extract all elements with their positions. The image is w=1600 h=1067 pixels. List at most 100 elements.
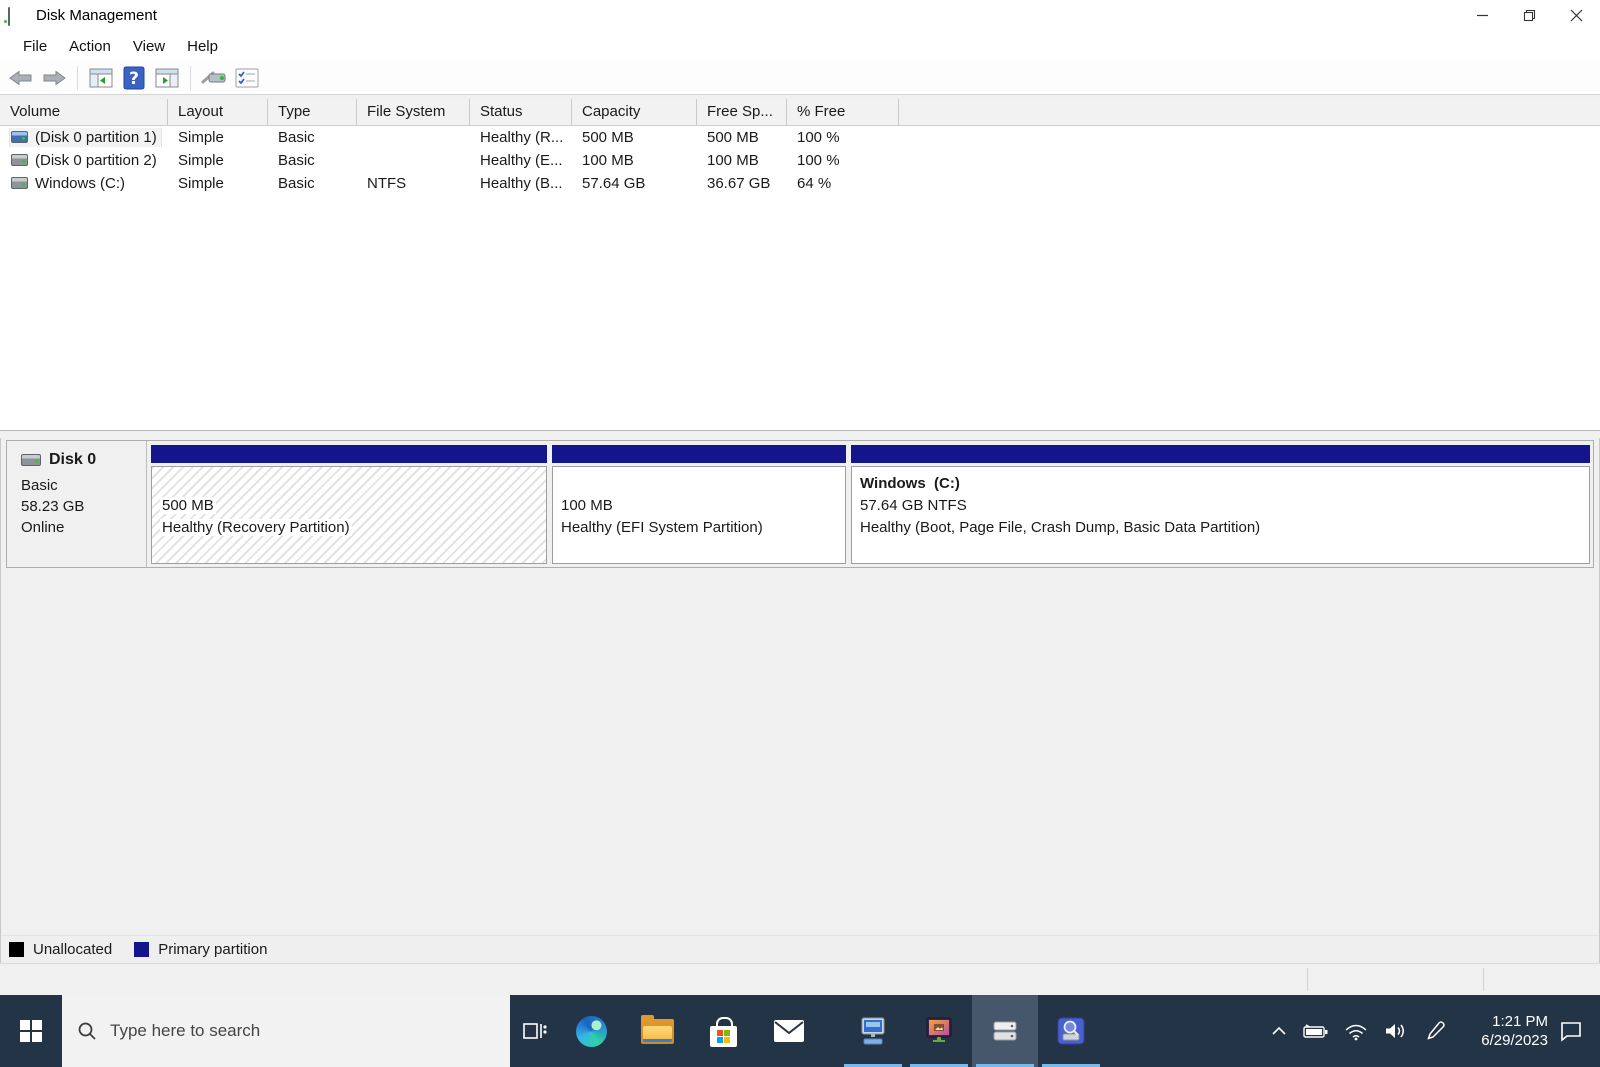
store-icon[interactable]	[690, 995, 756, 1067]
column-header-free-space[interactable]: Free Sp...	[697, 99, 787, 125]
taskbar: 1:21 PM 6/29/2023	[0, 995, 1600, 1067]
status-bar-divider	[1483, 968, 1484, 991]
volume-icon	[11, 154, 28, 166]
partition-recovery[interactable]: 500 MB Healthy (Recovery Partition)	[151, 445, 547, 564]
volume-capacity: 500 MB	[572, 129, 697, 146]
column-header-filler	[899, 99, 1600, 125]
volume-free-space: 36.67 GB	[697, 175, 787, 192]
volume-pct-free: 100 %	[787, 152, 899, 169]
taskbar-clock[interactable]: 1:21 PM 6/29/2023	[1456, 1012, 1548, 1050]
legend-bar: Unallocated Primary partition	[1, 935, 1599, 963]
clock-time: 1:21 PM	[1456, 1012, 1548, 1031]
column-header-layout[interactable]: Layout	[168, 99, 268, 125]
volume-capacity: 57.64 GB	[572, 175, 697, 192]
chevron-up-icon[interactable]	[1262, 995, 1296, 1067]
back-icon[interactable]	[8, 65, 34, 91]
volume-list-header: Volume Layout Type File System Status Ca…	[0, 99, 1600, 126]
disk-name: Disk 0	[49, 451, 96, 469]
volume-row-disk0-partition1[interactable]: (Disk 0 partition 1) Simple Basic Health…	[0, 126, 1600, 149]
column-header-volume[interactable]: Volume	[0, 99, 168, 125]
column-header-file-system[interactable]: File System	[357, 99, 470, 125]
disk-type: Basic	[21, 475, 146, 496]
partition-color-bar	[151, 445, 547, 463]
partition-status: Healthy (EFI System Partition)	[561, 517, 845, 539]
toolbar-separator	[190, 66, 191, 90]
volume-free-space: 100 MB	[697, 152, 787, 169]
partitions-strip: 500 MB Healthy (Recovery Partition) 100 …	[147, 441, 1593, 567]
column-header-capacity[interactable]: Capacity	[572, 99, 697, 125]
partition-size: 57.64 GB NTFS	[860, 495, 1589, 517]
app-disk-utility-icon[interactable]	[1038, 995, 1104, 1067]
column-header-pct-free[interactable]: % Free	[787, 99, 899, 125]
pane-splitter[interactable]	[0, 430, 1600, 438]
partition-efi[interactable]: 100 MB Healthy (EFI System Partition)	[552, 445, 846, 564]
partition-windows-c[interactable]: Windows (C:) 57.64 GB NTFS Healthy (Boot…	[851, 445, 1590, 564]
volume-type: Basic	[268, 152, 357, 169]
windows-ink-pen-icon[interactable]	[1416, 995, 1456, 1067]
file-explorer-icon[interactable]	[624, 995, 690, 1067]
disk-management-window: Disk Management File Action View Help	[0, 0, 1600, 1067]
forward-icon[interactable]	[41, 65, 67, 91]
search-input[interactable]	[110, 1021, 450, 1041]
toolbar-separator	[77, 66, 78, 90]
partition-name: Windows (C:)	[860, 473, 1589, 495]
partition-status: Healthy (Boot, Page File, Crash Dump, Ba…	[860, 517, 1589, 539]
checklist-icon[interactable]	[234, 65, 260, 91]
status-bar-divider	[1307, 968, 1308, 991]
app-photo-viewer-icon[interactable]	[906, 995, 972, 1067]
minimize-button[interactable]	[1459, 0, 1506, 31]
menu-bar: File Action View Help	[0, 31, 1600, 61]
taskbar-spacer	[822, 995, 840, 1067]
volume-row-windows-c[interactable]: Windows (C:) Simple Basic NTFS Healthy (…	[0, 172, 1600, 195]
windows-logo-icon	[20, 1020, 42, 1042]
partition-size: 100 MB	[561, 495, 845, 517]
close-button[interactable]	[1553, 0, 1600, 31]
restore-button[interactable]	[1506, 0, 1553, 31]
volume-file-system: NTFS	[357, 175, 470, 192]
toolbar: ?	[0, 61, 1600, 95]
disk-icon	[21, 454, 41, 466]
system-tray: 1:21 PM 6/29/2023	[1262, 995, 1600, 1067]
mail-icon[interactable]	[756, 995, 822, 1067]
action-center-icon[interactable]	[1548, 995, 1594, 1067]
volume-status: Healthy (E...	[470, 152, 572, 169]
window-title: Disk Management	[36, 7, 157, 24]
disk-tool-icon[interactable]	[201, 65, 227, 91]
menu-file[interactable]: File	[12, 34, 58, 59]
taskbar-search[interactable]	[62, 995, 510, 1067]
task-view-button[interactable]	[510, 995, 558, 1067]
volume-row-disk0-partition2[interactable]: (Disk 0 partition 2) Simple Basic Health…	[0, 149, 1600, 172]
volume-type: Basic	[268, 175, 357, 192]
disk-status: Online	[21, 517, 146, 538]
volume-type: Basic	[268, 129, 357, 146]
volume-capacity: 100 MB	[572, 152, 697, 169]
disk-management-app-icon	[8, 8, 28, 24]
volume-status: Healthy (B...	[470, 175, 572, 192]
volume-icon[interactable]	[1376, 995, 1416, 1067]
menu-view[interactable]: View	[122, 34, 176, 59]
edge-icon[interactable]	[558, 995, 624, 1067]
app-remote-desktop-icon[interactable]	[840, 995, 906, 1067]
svg-text:?: ?	[129, 69, 139, 89]
column-header-type[interactable]: Type	[268, 99, 357, 125]
volume-icon	[11, 131, 28, 143]
unallocated-swatch	[9, 942, 24, 957]
partition-color-bar	[851, 445, 1590, 463]
menu-action[interactable]: Action	[58, 34, 122, 59]
battery-icon[interactable]	[1296, 995, 1336, 1067]
volume-name: Windows (C:)	[35, 175, 125, 192]
wifi-icon[interactable]	[1336, 995, 1376, 1067]
show-action-pane-icon[interactable]	[154, 65, 180, 91]
show-console-tree-icon[interactable]	[88, 65, 114, 91]
partition-size: 500 MB	[160, 497, 216, 514]
help-icon[interactable]: ?	[121, 65, 147, 91]
disk-0-header[interactable]: Disk 0 Basic 58.23 GB Online	[7, 441, 147, 567]
app-disk-management-icon[interactable]	[972, 995, 1038, 1067]
volume-name: (Disk 0 partition 1)	[35, 129, 157, 146]
menu-help[interactable]: Help	[176, 34, 229, 59]
column-header-status[interactable]: Status	[470, 99, 572, 125]
partition-color-bar	[552, 445, 846, 463]
volume-layout: Simple	[168, 175, 268, 192]
search-icon	[77, 1021, 97, 1041]
start-button[interactable]	[0, 995, 62, 1067]
